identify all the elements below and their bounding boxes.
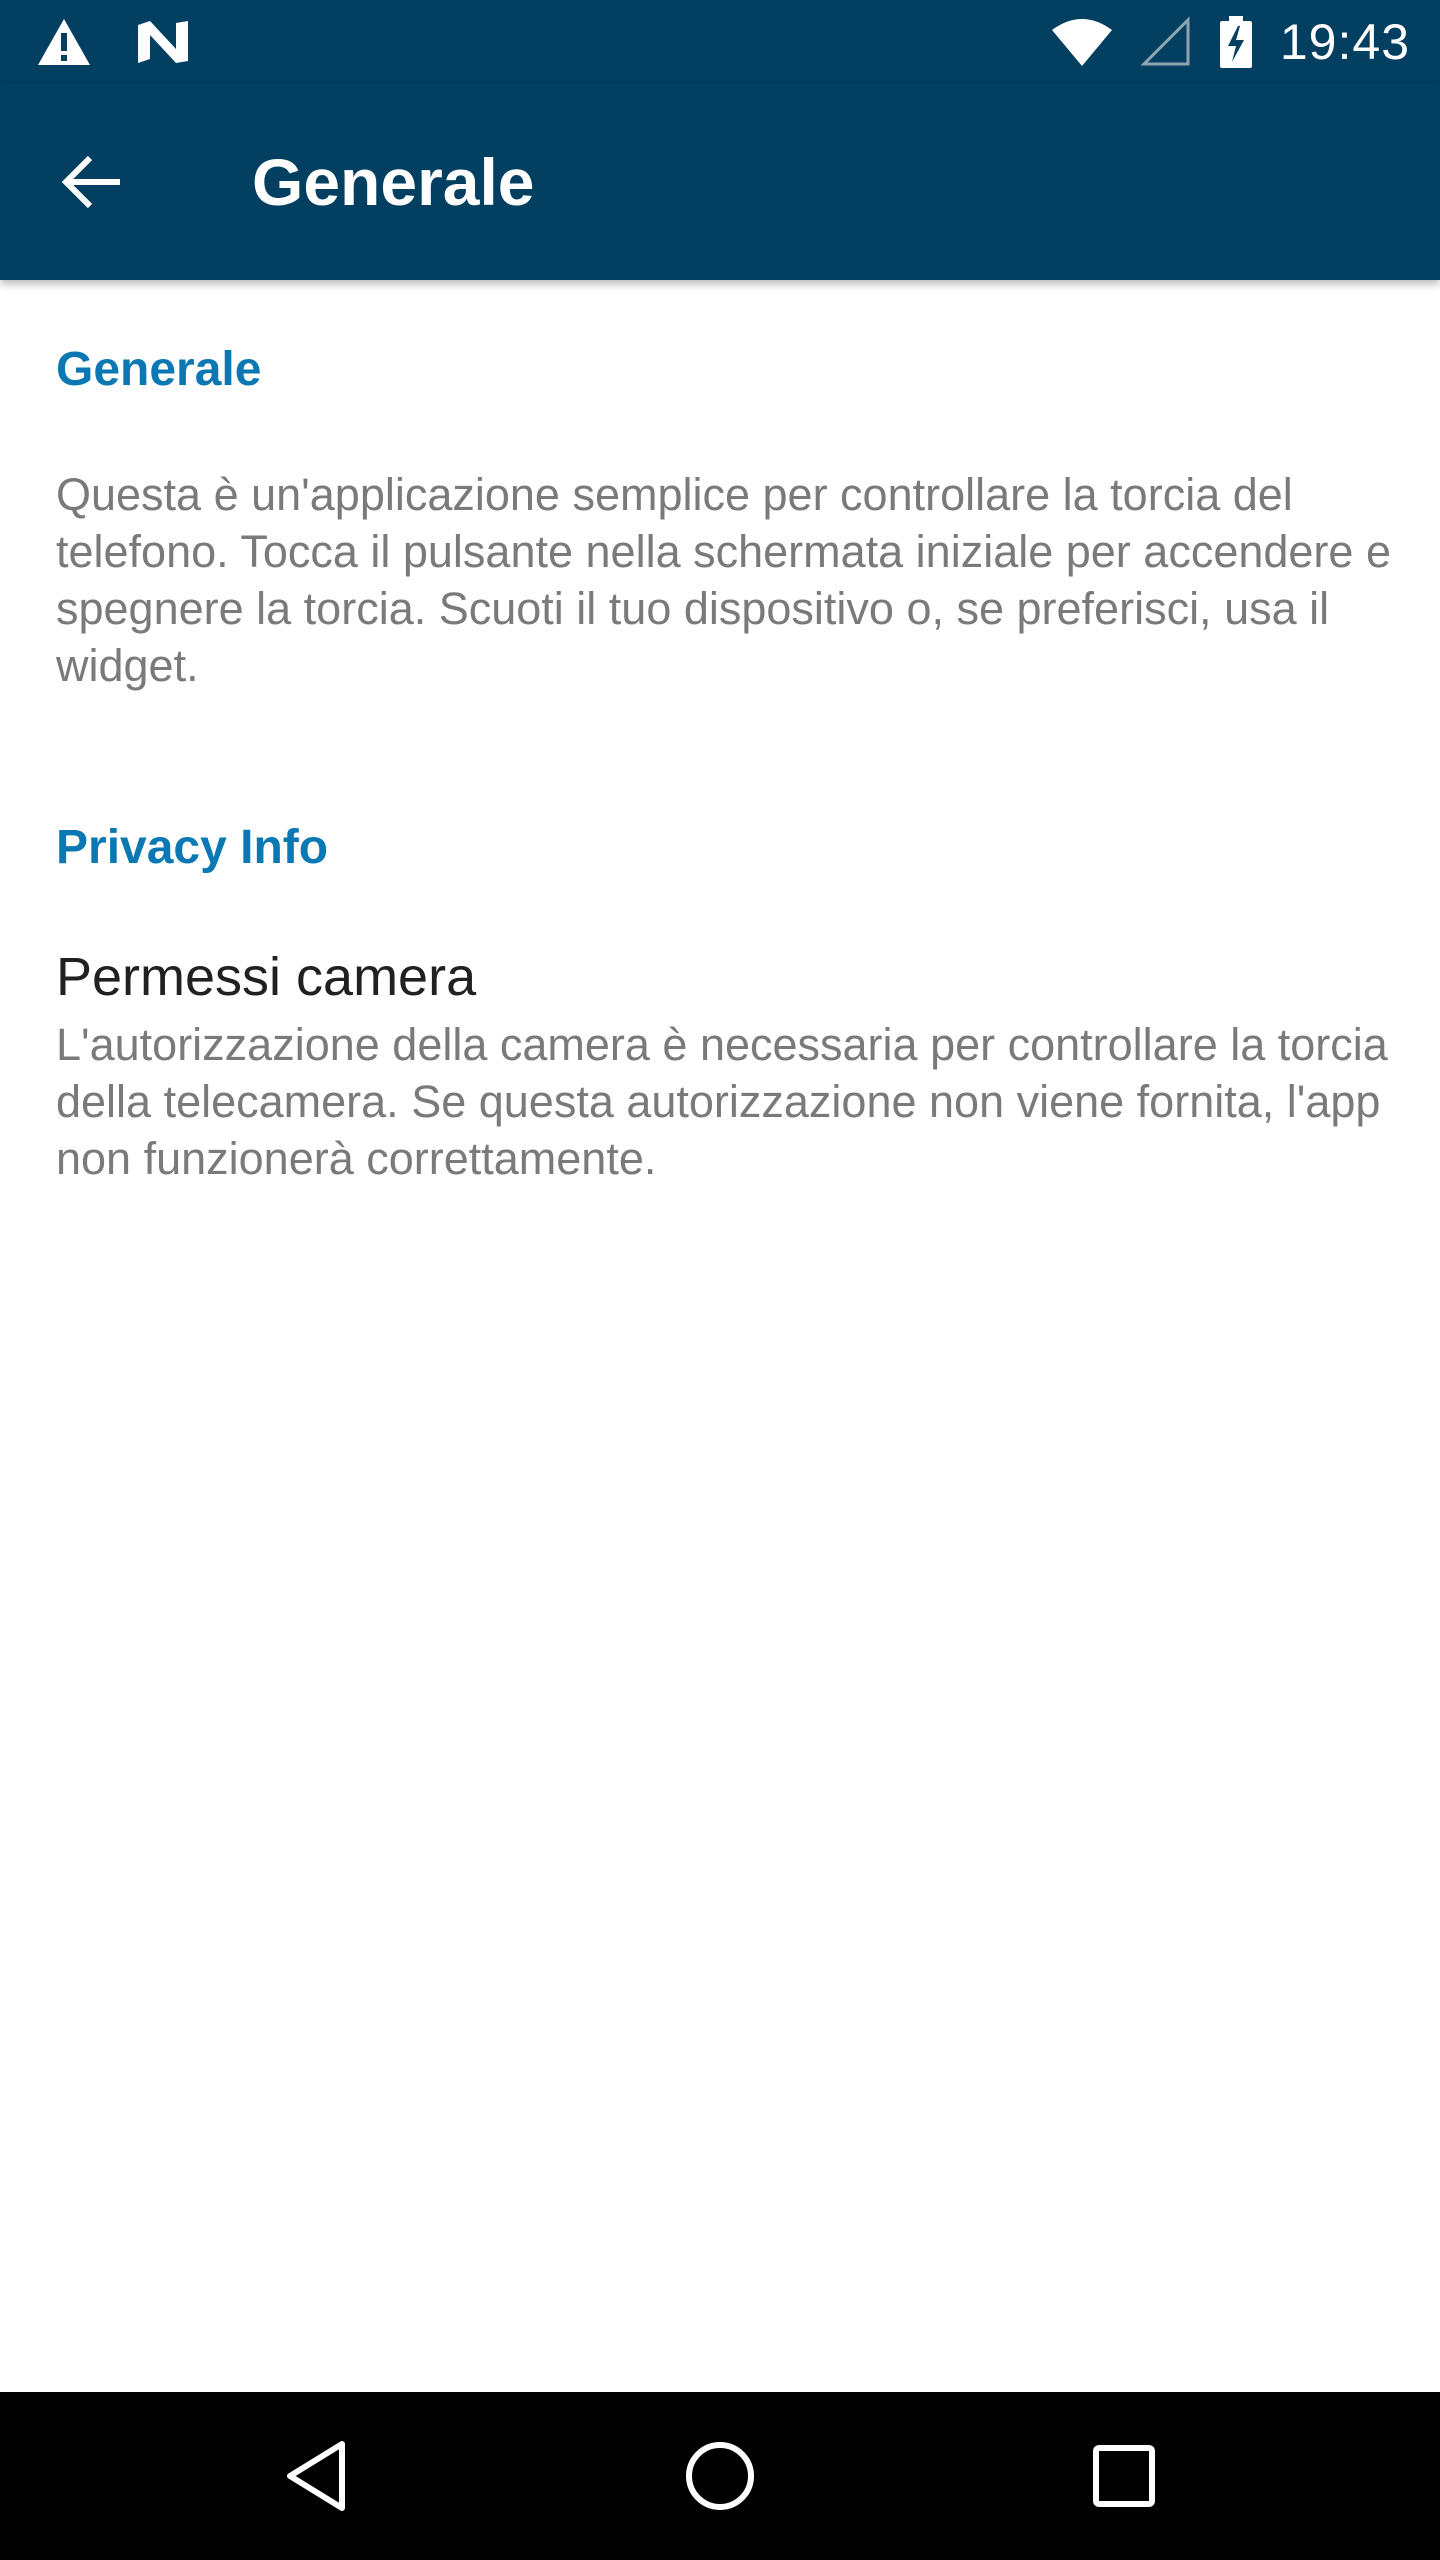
page-title: Generale (252, 145, 535, 219)
preference-summary: L'autorizzazione della camera è necessar… (56, 1019, 1388, 1184)
cell-signal-icon (1140, 16, 1192, 68)
wifi-icon (1050, 16, 1114, 68)
general-description: Questa è un'applicazione semplice per co… (56, 469, 1391, 691)
home-circle-icon (684, 2440, 756, 2512)
status-bar: 19:43 (0, 0, 1440, 84)
section-header-privacy: Privacy Info (56, 821, 329, 874)
back-button[interactable] (46, 136, 138, 228)
section-header-general: Generale (56, 343, 262, 396)
status-left-icons (36, 18, 190, 66)
nav-back-button[interactable] (268, 2428, 364, 2524)
navigation-bar (0, 2392, 1440, 2560)
arrow-back-icon (60, 154, 124, 210)
preference-title: Permessi camera (56, 947, 477, 1007)
preference-camera-permission[interactable]: Permessi camera L'autorizzazione della c… (0, 944, 1440, 1184)
status-right-icons: 19:43 (1050, 14, 1410, 70)
warning-icon (36, 17, 92, 67)
nav-recents-button[interactable] (1076, 2428, 1172, 2524)
n-notification-icon (136, 19, 190, 65)
recents-square-icon (1092, 2444, 1156, 2508)
screen: 19:43 Generale Generale Questa è un'appl… (0, 0, 1440, 2560)
app-bar: Generale (0, 84, 1440, 280)
status-time: 19:43 (1279, 14, 1410, 70)
nav-home-button[interactable] (672, 2428, 768, 2524)
back-triangle-icon (284, 2440, 348, 2512)
battery-charging-icon (1218, 14, 1254, 70)
